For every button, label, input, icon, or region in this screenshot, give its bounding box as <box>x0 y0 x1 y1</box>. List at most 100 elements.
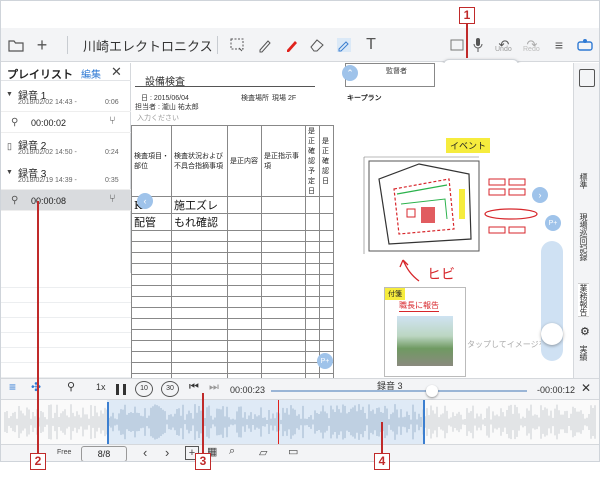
callout-2: 2 <box>30 453 46 470</box>
progress-knob[interactable] <box>426 385 439 397</box>
tab-standard[interactable]: 標準 <box>578 173 589 189</box>
callout-3: 3 <box>195 453 211 470</box>
lasso-icon[interactable] <box>227 34 247 56</box>
previous-icon[interactable]: ⏮ <box>189 381 199 394</box>
keyplan-label: キープラン <box>347 95 382 102</box>
comment-icon[interactable]: ▭ <box>288 445 298 458</box>
page-add-icon[interactable]: P+ <box>545 215 561 231</box>
settings-icon[interactable]: ⚙ <box>580 325 590 338</box>
place-label: 検査場所 <box>241 95 269 102</box>
sticky-note[interactable]: 付箋 職長に報告 <box>384 287 466 377</box>
list-item-selected[interactable]: ⚲ 00:00:08 ⑂ <box>1 189 131 211</box>
group-duration: 0:35 <box>105 177 119 184</box>
callout-leader-4 <box>381 422 383 453</box>
group-date: 2018/02/19 14:39 - <box>18 177 77 184</box>
progress-track[interactable] <box>271 390 527 392</box>
next-icon[interactable]: ⏭ <box>209 381 219 394</box>
chevron-left-icon[interactable]: ‹ <box>143 445 147 460</box>
branch-icon[interactable]: ⑂ <box>109 115 116 127</box>
tab-site-patrol[interactable]: 現場巡回記録 <box>578 213 589 261</box>
collapse-triangle-icon[interactable]: ▼ <box>6 91 13 98</box>
parallelogram-icon[interactable]: ▱ <box>259 446 267 459</box>
selection-end-handle[interactable] <box>423 400 425 444</box>
add-marker-icon[interactable]: ⚲ <box>67 380 75 393</box>
table-header: 是正内容 <box>227 125 262 197</box>
chevron-right-icon[interactable]: › <box>532 187 548 203</box>
callout-1: 1 <box>459 7 475 24</box>
floor-plan-drawing <box>363 156 538 254</box>
table-row: 配管 もれ確認 <box>131 213 334 231</box>
edit-button[interactable]: 編集 <box>81 66 101 81</box>
page-add-icon[interactable]: P+ <box>317 353 333 369</box>
table-cell: 施工ズレ <box>171 196 228 214</box>
text-tool-icon[interactable]: T <box>363 34 379 56</box>
input-hint[interactable]: 入力ください <box>137 113 179 123</box>
group-date: 2018/02/02 14:43 - <box>18 99 77 106</box>
eraser-icon[interactable] <box>307 34 327 56</box>
free-page-button[interactable]: Free <box>57 449 71 456</box>
sticky-note-text: 職長に報告 <box>399 301 439 312</box>
folder-icon[interactable] <box>7 34 25 56</box>
heading-underline <box>135 86 315 87</box>
waveform <box>4 404 596 440</box>
tab-work-report[interactable]: 業務報告 <box>578 283 589 317</box>
collapse-triangle-icon[interactable]: ▼ <box>6 169 13 176</box>
inspector-line: 担当者 : 瀧山 祐太郎 <box>135 104 199 111</box>
table-header: 検査状況および不具合指摘事項 <box>171 125 228 197</box>
pin-icon: ⚲ <box>11 195 19 206</box>
chevron-up-icon[interactable]: ⌃ <box>342 65 358 81</box>
arrow-annotation <box>399 259 420 282</box>
zoom-slider-knob[interactable] <box>541 323 563 345</box>
chevron-left-icon[interactable]: ‹ <box>137 193 153 209</box>
undo-label: Undo <box>495 46 512 53</box>
shape-tool-icon[interactable] <box>334 34 354 56</box>
callout-leader-1 <box>466 24 468 58</box>
sticky-note-label: 付箋 <box>385 288 405 300</box>
microphone-icon[interactable] <box>471 34 485 56</box>
menu-icon[interactable]: ≡ <box>551 34 567 56</box>
pause-icon[interactable] <box>116 384 126 395</box>
waveform-area[interactable] <box>1 400 599 444</box>
list-item[interactable]: ⚲ 00:00:02 ⑂ <box>1 111 131 133</box>
speed-button[interactable]: 1x <box>96 382 106 392</box>
supervisor-label: 監督者 <box>386 68 407 75</box>
tab-results[interactable]: 実績 <box>578 345 589 361</box>
record-file-icon: ▯ <box>7 141 12 151</box>
table-row: K 施工ズレ <box>131 196 334 214</box>
app-window: + 川崎エレクトロニクス T ↶ Undo ↷ Redo ≡ 設備検査 日: … <box>0 0 600 462</box>
playlist-empty-area <box>1 273 131 378</box>
stamp-icon[interactable] <box>575 34 595 56</box>
toolbar-divider <box>67 36 68 54</box>
playlist-group[interactable]: ▯ 録音 2 2018/02/02 14:50 - 0:24 <box>1 135 131 161</box>
add-icon[interactable]: + <box>33 34 51 56</box>
skip-forward-button[interactable]: 30 <box>161 381 179 397</box>
redo-label: Redo <box>523 46 540 53</box>
checklist-icon[interactable] <box>579 69 595 87</box>
red-pen-icon[interactable] <box>282 34 302 56</box>
site-photo[interactable] <box>397 316 453 366</box>
page-search-icon[interactable]: ⌕ <box>229 445 235 458</box>
current-time: 00:00:23 <box>230 385 266 395</box>
table-header: 是正 確認 予定日 <box>305 125 320 197</box>
pin-icon: ⚲ <box>11 117 19 128</box>
playback-bar: ≡ ✣ ⚲ 1x 10 30 ⏮ ⏭ 00:00:23 録音 3 -00:00:… <box>1 378 599 400</box>
skip-back-button[interactable]: 10 <box>135 381 153 397</box>
list-view-icon[interactable]: ≡ <box>9 380 16 394</box>
group-date: 2018/02/02 14:50 - <box>18 149 77 156</box>
close-icon[interactable]: ✕ <box>581 381 591 395</box>
page-indicator[interactable]: 8/8 <box>81 446 127 461</box>
branch-icon[interactable]: ⑂ <box>109 193 116 205</box>
playlist-group[interactable]: ▼ 録音 1 2018/02/02 14:43 - 0:06 <box>1 85 131 111</box>
playhead[interactable] <box>278 400 279 444</box>
image-insert-icon[interactable] <box>449 34 465 56</box>
chevron-right-icon[interactable]: › <box>165 445 169 460</box>
marker-icon[interactable] <box>255 34 275 56</box>
top-toolbar: + 川崎エレクトロニクス T ↶ Undo ↷ Redo ≡ <box>1 28 599 62</box>
group-duration: 0:24 <box>105 149 119 156</box>
group-duration: 0:06 <box>105 99 119 106</box>
clip-time: 00:00:02 <box>31 118 67 128</box>
selection-start-handle[interactable] <box>107 402 109 444</box>
playlist-group[interactable]: ▼ 録音 3 2018/02/19 14:39 - 0:35 <box>1 163 131 189</box>
close-icon[interactable]: ✕ <box>111 64 122 80</box>
callout-4: 4 <box>374 453 390 470</box>
